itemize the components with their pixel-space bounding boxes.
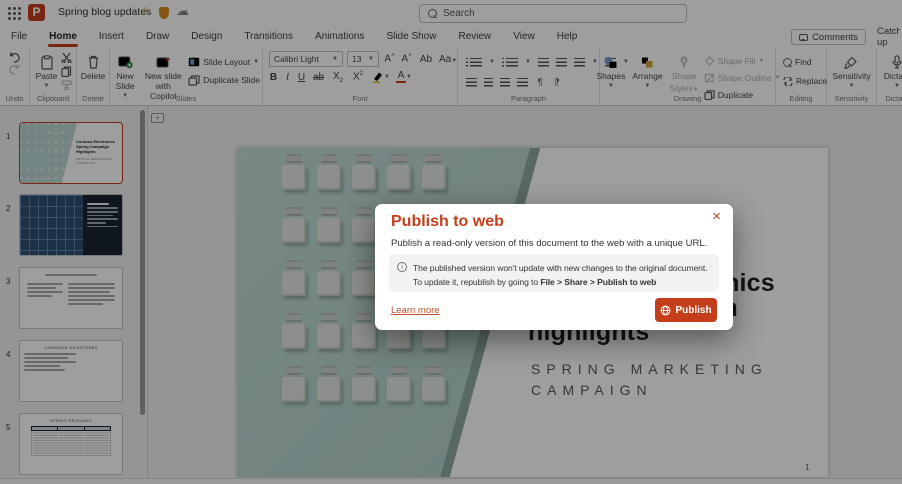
learn-more-link[interactable]: Learn more bbox=[391, 305, 440, 316]
info-icon: i bbox=[397, 262, 407, 272]
publish-to-web-dialog: Publish to web × Publish a read-only ver… bbox=[375, 204, 733, 330]
globe-icon bbox=[660, 305, 671, 316]
info-line2: To update it, republish by going to File… bbox=[413, 275, 707, 289]
publish-button[interactable]: Publish bbox=[655, 298, 717, 322]
dialog-body-text: Publish a read-only version of this docu… bbox=[391, 238, 707, 249]
info-line1: The published version won't update with … bbox=[413, 261, 707, 275]
close-icon[interactable]: × bbox=[712, 209, 721, 224]
dialog-title: Publish to web bbox=[391, 213, 504, 231]
publish-label: Publish bbox=[675, 305, 711, 316]
info-path: File > Share > Publish to web bbox=[540, 277, 656, 287]
dialog-info-box: i The published version won't update wit… bbox=[389, 254, 719, 292]
app-window: P Spring blog updates ☆ ☁✓ Search File H… bbox=[0, 0, 902, 484]
